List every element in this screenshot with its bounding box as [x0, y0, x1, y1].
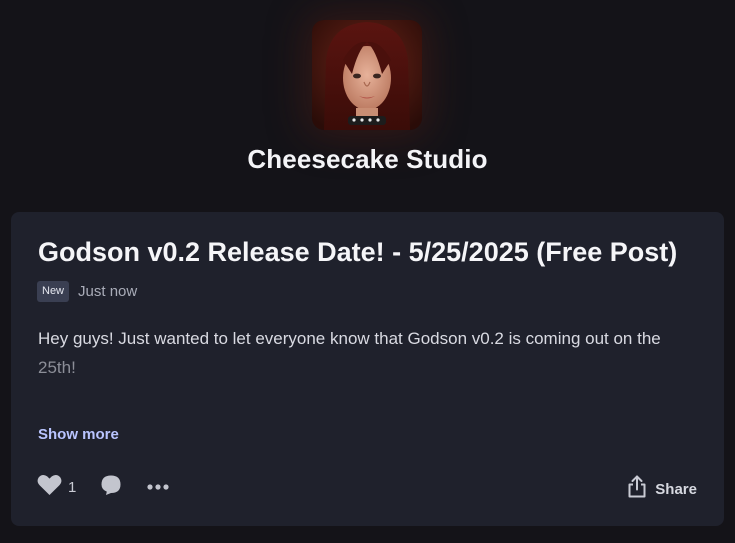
share-icon	[627, 475, 647, 503]
post-timestamp: Just now	[78, 282, 138, 300]
comment-button[interactable]	[100, 474, 122, 501]
show-more-link[interactable]: Show more	[38, 426, 119, 443]
creator-avatar[interactable]	[312, 20, 422, 130]
like-button[interactable]: 1	[37, 474, 76, 501]
post-body-line: 25th!	[38, 358, 76, 377]
new-badge: New	[37, 280, 70, 302]
post-card: Godson v0.2 Release Date! - 5/25/2025 (F…	[11, 212, 724, 526]
post-body: Hey guys! Just wanted to let everyone kn…	[38, 324, 708, 382]
post-body-line: Hey guys! Just wanted to let everyone kn…	[38, 329, 661, 348]
avatar-image	[312, 20, 422, 130]
creator-name[interactable]: Cheesecake Studio	[0, 144, 735, 175]
creator-header: Cheesecake Studio	[0, 0, 735, 200]
comment-icon	[100, 474, 122, 501]
share-button[interactable]: Share	[627, 475, 697, 503]
post-actions: 1	[37, 474, 169, 500]
post-meta: New Just now	[37, 280, 137, 302]
heart-icon	[37, 474, 62, 501]
like-count: 1	[68, 478, 77, 496]
more-options-button[interactable]	[147, 478, 169, 496]
share-label: Share	[655, 480, 697, 498]
more-options-icon	[147, 478, 169, 496]
post-title[interactable]: Godson v0.2 Release Date! - 5/25/2025 (F…	[38, 237, 677, 268]
